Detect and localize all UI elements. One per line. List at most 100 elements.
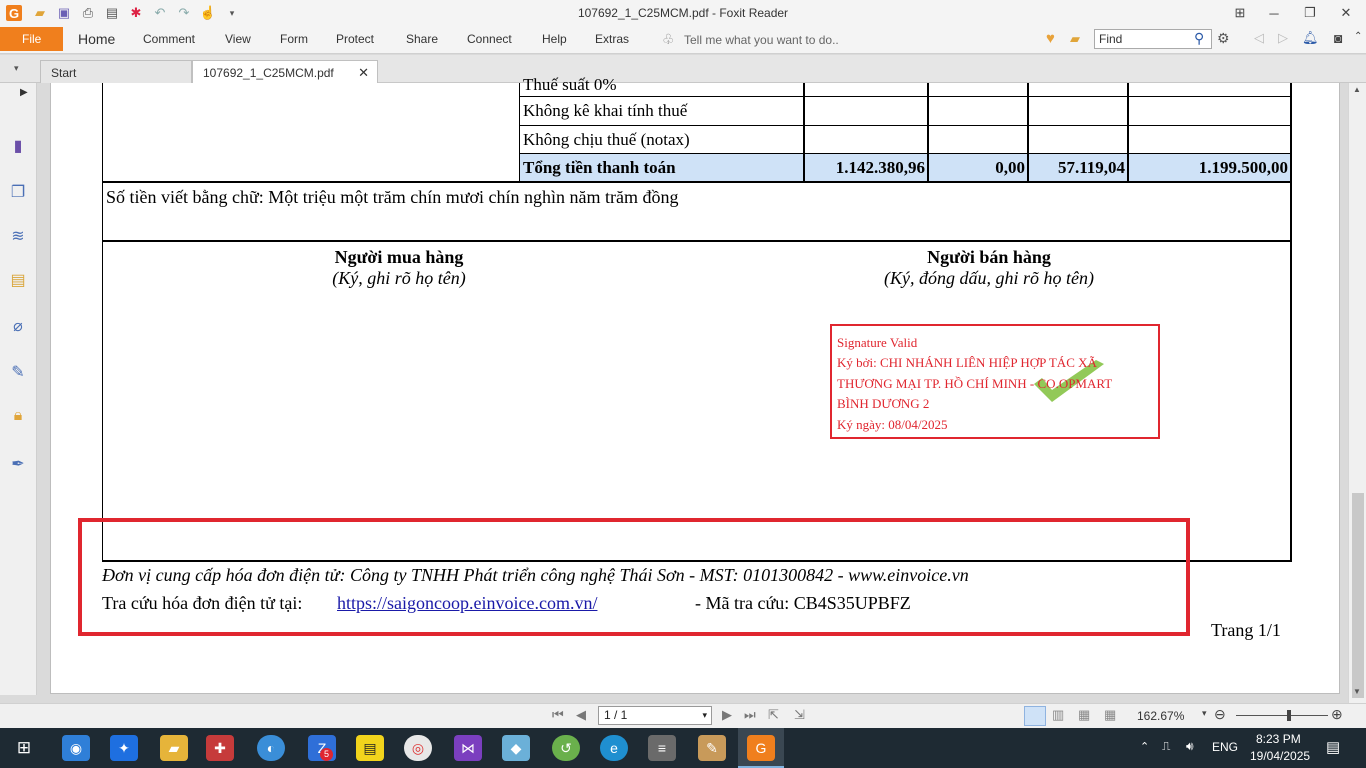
clock-time[interactable]: 8:23 PM: [1256, 732, 1301, 746]
app-icon[interactable]: ◆: [502, 735, 530, 761]
first-page-icon[interactable]: ⏮: [552, 707, 564, 723]
minimize-button[interactable]: ─: [1262, 2, 1286, 24]
signature-signer: THƯƠNG MẠI TP. HỒ CHÍ MINH - CO.OPMART: [837, 376, 1113, 391]
tab-document[interactable]: 107692_1_C25MCM.pdf ✕: [192, 60, 378, 83]
comments-icon[interactable]: ▤: [7, 269, 29, 291]
file-explorer-icon[interactable]: ▰: [160, 735, 188, 761]
zoom-level[interactable]: 162.67%: [1137, 709, 1184, 723]
digital-signature-box[interactable]: Signature Valid Ký bởi: CHI NHÁNH LIÊN H…: [830, 324, 1160, 439]
amount-in-words: Số tiền viết bằng chữ: Một triệu một tră…: [106, 187, 679, 207]
zoom-out-icon[interactable]: ⊖: [1214, 706, 1226, 723]
highlight-rectangle-annotation[interactable]: [78, 518, 1190, 636]
visual-studio-icon[interactable]: ⋈: [454, 735, 482, 761]
app-icon[interactable]: ↺: [552, 735, 580, 761]
tab-connect[interactable]: Connect: [467, 32, 512, 46]
total-discount: 0,00: [995, 158, 1025, 177]
facing-view-icon[interactable]: ▦: [1078, 707, 1090, 723]
page-number-input[interactable]: 1 / 1 ▾: [598, 706, 712, 725]
layout-icon[interactable]: ⊞: [1228, 2, 1252, 24]
folder-search-icon[interactable]: ▰: [1070, 31, 1080, 47]
tab-start[interactable]: Start: [40, 60, 192, 83]
next-view-icon[interactable]: ▷: [1278, 30, 1288, 46]
page-dropdown-icon[interactable]: ▾: [702, 710, 707, 721]
clock-date[interactable]: 19/04/2025: [1250, 749, 1310, 763]
table-divider: [519, 96, 1291, 97]
tab-comment[interactable]: Comment: [143, 32, 195, 46]
security-lock-icon[interactable]: 🔒︎: [7, 405, 29, 427]
vertical-scrollbar[interactable]: ▲ ▼: [1348, 83, 1366, 703]
next-view-icon[interactable]: ⇲: [794, 707, 805, 723]
previous-page-icon[interactable]: ◀: [576, 707, 586, 723]
page-number-value: 1 / 1: [604, 708, 628, 722]
network-icon[interactable]: ⎍: [1162, 739, 1170, 754]
digital-id-icon[interactable]: ✒: [7, 453, 29, 475]
last-page-icon[interactable]: ⏭: [744, 707, 756, 723]
show-hidden-icons-icon[interactable]: ⌃: [1140, 740, 1149, 753]
bookmarks-icon[interactable]: ▮: [7, 135, 29, 157]
windows-start-icon[interactable]: ⊞: [10, 735, 38, 761]
database-icon[interactable]: ≡: [648, 735, 676, 761]
layers-icon[interactable]: ≋: [7, 225, 29, 247]
zoom-slider[interactable]: [1236, 715, 1328, 716]
sticky-notes-icon[interactable]: ▤: [356, 735, 384, 761]
single-page-view-icon[interactable]: [1024, 706, 1046, 726]
tab-extras[interactable]: Extras: [595, 32, 629, 46]
close-tab-icon[interactable]: ✕: [358, 65, 369, 81]
volume-icon[interactable]: 🔊︎: [1186, 739, 1194, 754]
zoom-slider-handle[interactable]: [1287, 710, 1291, 721]
restore-button[interactable]: ❐: [1298, 2, 1322, 24]
next-page-icon[interactable]: ▶: [722, 707, 732, 723]
tab-help[interactable]: Help: [542, 32, 567, 46]
document-viewer[interactable]: Thuế suất 0% Không kê khai tính thuế Khô…: [37, 75, 1348, 695]
tell-me-search[interactable]: Tell me what you want to do..: [684, 33, 839, 47]
table-divider: [519, 125, 1291, 126]
total-payment: 1.199.500,00: [1198, 158, 1288, 177]
zoom-in-icon[interactable]: ⊕: [1331, 706, 1343, 723]
attachments-icon[interactable]: ⌀: [7, 315, 29, 337]
tab-menu-icon[interactable]: ▾: [14, 63, 19, 74]
signature-date: Ký ngày: 08/04/2025: [837, 417, 948, 432]
tax-row: Không chịu thuế (notax): [523, 130, 690, 149]
action-center-icon[interactable]: ▤: [1326, 738, 1340, 756]
user-account-icon[interactable]: ◙: [1334, 30, 1342, 46]
app-icon[interactable]: ◐: [257, 735, 285, 761]
continuous-facing-view-icon[interactable]: ▦: [1104, 707, 1116, 723]
paint-icon[interactable]: ✎: [698, 735, 726, 761]
chrome-icon[interactable]: ◎: [404, 735, 432, 761]
search-icon[interactable]: ⚲: [1194, 30, 1204, 47]
continuous-view-icon[interactable]: ▥: [1052, 707, 1064, 723]
dropbox-icon[interactable]: ✦: [110, 735, 138, 761]
app-icon[interactable]: ◉: [62, 735, 90, 761]
settings-gear-icon[interactable]: ⚙: [1217, 30, 1230, 47]
pages-icon[interactable]: ❐: [7, 181, 29, 203]
scroll-down-icon[interactable]: ▼: [1353, 687, 1361, 696]
zoom-dropdown-icon[interactable]: ▾: [1202, 708, 1207, 719]
signatures-icon[interactable]: ✎: [7, 361, 29, 383]
tab-protect[interactable]: Protect: [336, 32, 374, 46]
tab-form[interactable]: Form: [280, 32, 308, 46]
ribbon-menu: File Home Comment View Form Protect Shar…: [0, 27, 1366, 54]
seller-title: Người bán hàng: [927, 247, 1051, 267]
tab-home[interactable]: Home: [78, 31, 115, 47]
title-bar: G ▰ ▣ ⎙ ▤ ✱ ↶ ↷ ☝ ▾ 107692_1_C25MCM.pdf …: [0, 0, 1366, 27]
file-tab[interactable]: File: [0, 27, 63, 51]
foxit-taskbar-button[interactable]: G: [738, 728, 784, 768]
tab-document-label: 107692_1_C25MCM.pdf: [203, 66, 334, 80]
language-indicator[interactable]: ENG: [1212, 740, 1238, 754]
tab-view[interactable]: View: [225, 32, 251, 46]
close-button[interactable]: ✕: [1334, 2, 1358, 24]
scrollbar-thumb[interactable]: [1352, 493, 1364, 698]
tab-share[interactable]: Share: [406, 32, 438, 46]
window-title: 107692_1_C25MCM.pdf - Foxit Reader: [577, 6, 789, 20]
edge-icon[interactable]: e: [600, 735, 628, 761]
expand-panel-icon[interactable]: ▶: [20, 87, 28, 98]
previous-view-icon[interactable]: ⇱: [768, 707, 779, 723]
page-number-footer: Trang 1/1: [1211, 620, 1281, 640]
heart-icon[interactable]: ♥: [1046, 30, 1055, 47]
app-icon[interactable]: ✚: [206, 735, 234, 761]
scroll-up-icon[interactable]: ▲: [1353, 85, 1361, 94]
table-border-right: [1290, 83, 1292, 561]
notification-bell-icon[interactable]: 🔔︎: [1302, 30, 1319, 46]
previous-view-icon[interactable]: ◁: [1254, 30, 1264, 46]
collapse-ribbon-icon[interactable]: ⌃: [1354, 31, 1362, 42]
